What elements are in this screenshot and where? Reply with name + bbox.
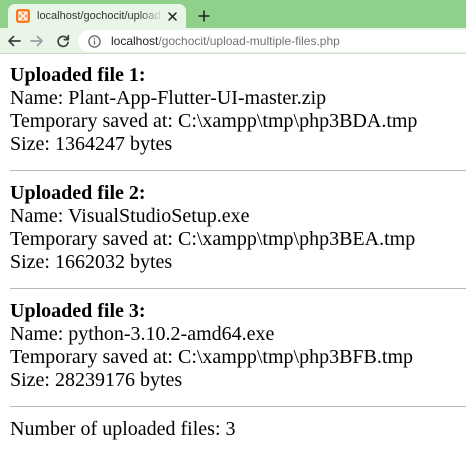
divider (10, 288, 466, 289)
page-content: Uploaded file 1: Name: Plant-App-Flutter… (0, 54, 466, 441)
tab-strip: localhost/gochocit/upload-multip (0, 0, 466, 28)
url-host: localhost (111, 34, 159, 48)
file-size-line: Size: 1364247 bytes (10, 133, 173, 155)
file-size-line: Size: 28239176 bytes (10, 369, 183, 391)
back-arrow-icon (7, 34, 21, 48)
browser-toolbar: localhost/gochocit/upload-multiple-files… (0, 28, 466, 54)
new-tab-button[interactable] (194, 6, 214, 26)
browser-tab[interactable]: localhost/gochocit/upload-multip (8, 4, 186, 28)
file-heading: Uploaded file 2: (10, 182, 146, 204)
reload-icon (56, 34, 70, 48)
upload-count-summary: Number of uploaded files: 3 (10, 418, 236, 440)
divider (10, 170, 466, 171)
xampp-favicon-icon (16, 9, 30, 23)
url-text: localhost/gochocit/upload-multiple-files… (111, 34, 340, 48)
uploaded-file-1: Uploaded file 1: Name: Plant-App-Flutter… (10, 64, 466, 156)
file-heading: Uploaded file 3: (10, 300, 146, 322)
close-icon[interactable] (164, 8, 180, 24)
file-name-line: Name: VisualStudioSetup.exe (10, 205, 250, 227)
divider (10, 406, 466, 407)
forward-button[interactable] (27, 31, 47, 51)
tab-title: localhost/gochocit/upload-multip (37, 10, 164, 22)
file-name-line: Name: Plant-App-Flutter-UI-master.zip (10, 87, 327, 109)
file-size-line: Size: 1662032 bytes (10, 251, 173, 273)
reload-button[interactable] (53, 31, 73, 51)
file-heading: Uploaded file 1: (10, 64, 146, 86)
browser-window: localhost/gochocit/upload-multip (0, 0, 466, 455)
back-button[interactable] (4, 31, 24, 51)
address-bar[interactable]: localhost/gochocit/upload-multiple-files… (78, 30, 466, 52)
file-temp-path-line: Temporary saved at: C:\xampp\tmp\php3BFB… (10, 346, 414, 368)
file-temp-path-line: Temporary saved at: C:\xampp\tmp\php3BDA… (10, 110, 418, 132)
uploaded-file-2: Uploaded file 2: Name: VisualStudioSetup… (10, 182, 466, 274)
info-icon[interactable] (88, 34, 101, 48)
forward-arrow-icon (30, 34, 44, 48)
file-temp-path-line: Temporary saved at: C:\xampp\tmp\php3BEA… (10, 228, 416, 250)
file-name-line: Name: python-3.10.2-amd64.exe (10, 323, 275, 345)
plus-icon (198, 10, 210, 22)
url-path: /gochocit/upload-multiple-files.php (158, 34, 340, 48)
uploaded-file-3: Uploaded file 3: Name: python-3.10.2-amd… (10, 300, 466, 392)
